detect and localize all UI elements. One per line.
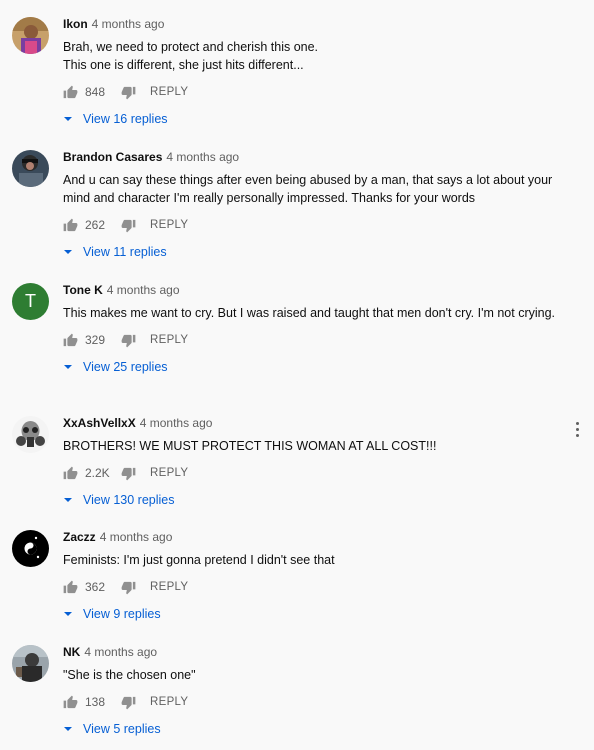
view-replies-link[interactable]: View 130 replies xyxy=(83,493,175,507)
comment-time[interactable]: 4 months ago xyxy=(166,150,239,164)
comment-item: Zaczz 4 months ago Feminists: I'm just go… xyxy=(0,530,594,630)
comment-text: And u can say these things after even be… xyxy=(63,173,553,205)
comment-item: XxAshVellxX 4 months ago BROTHERS! WE MUS… xyxy=(0,416,594,516)
thumbs-down-icon[interactable] xyxy=(121,218,136,233)
view-replies-toggle[interactable]: View 25 replies xyxy=(63,358,564,376)
view-replies-link[interactable]: View 11 replies xyxy=(83,245,167,259)
thumbs-down-icon[interactable] xyxy=(121,695,136,710)
caret-down-icon[interactable] xyxy=(63,609,73,619)
thumbs-up-icon[interactable] xyxy=(63,695,78,710)
avatar[interactable] xyxy=(12,645,49,682)
comment-time[interactable]: 4 months ago xyxy=(140,416,213,430)
like-count: 2.2K xyxy=(85,466,110,480)
thumbs-down-icon[interactable] xyxy=(121,333,136,348)
comment-time[interactable]: 4 months ago xyxy=(100,530,173,544)
reply-button[interactable]: REPLY xyxy=(150,334,188,346)
gas-mask-icon xyxy=(12,416,49,453)
comment-item: Brandon Casares 4 months ago And u can sa… xyxy=(0,150,594,265)
avatar[interactable] xyxy=(12,416,49,453)
thumbs-up-icon[interactable] xyxy=(63,466,78,481)
comment-time[interactable]: 4 months ago xyxy=(84,645,157,659)
like-count: 848 xyxy=(85,85,106,99)
comment-author[interactable]: XxAshVellxX xyxy=(63,416,136,430)
caret-down-icon[interactable] xyxy=(63,724,73,734)
comment-time[interactable]: 4 months ago xyxy=(92,17,165,31)
comment-text: This makes me want to cry. But I was rai… xyxy=(63,306,556,320)
caret-down-icon[interactable] xyxy=(63,247,73,257)
view-replies-toggle[interactable]: View 16 replies xyxy=(63,110,564,128)
comment-author[interactable]: Brandon Casares xyxy=(63,150,162,164)
person-photo-icon xyxy=(12,645,49,682)
more-vert-icon[interactable] xyxy=(576,422,580,438)
caret-down-icon[interactable] xyxy=(63,362,73,372)
thumbs-up-icon[interactable] xyxy=(63,85,78,100)
person-photo-icon xyxy=(12,150,49,187)
avatar[interactable] xyxy=(12,150,49,187)
comment-time[interactable]: 4 months ago xyxy=(107,283,180,297)
comment-item: T Tone K 4 months ago This makes me want … xyxy=(0,283,594,398)
thumbs-up-icon[interactable] xyxy=(63,218,78,233)
reply-button[interactable]: REPLY xyxy=(150,696,188,708)
comment-text: Brah, we need to protect and cherish thi… xyxy=(63,40,319,72)
comment-text: "She is the chosen one" xyxy=(63,668,196,682)
person-photo-icon xyxy=(12,17,49,54)
reply-button[interactable]: REPLY xyxy=(150,86,188,98)
avatar-letter: T xyxy=(25,291,36,311)
caret-down-icon[interactable] xyxy=(63,495,73,505)
comment-author[interactable]: Tone K xyxy=(63,283,103,297)
view-replies-toggle[interactable]: View 130 replies xyxy=(63,491,564,509)
view-replies-toggle[interactable]: View 11 replies xyxy=(63,243,564,261)
view-replies-link[interactable]: View 16 replies xyxy=(83,112,168,126)
comment-item: NK 4 months ago "She is the chosen one" 1… xyxy=(0,645,594,745)
view-replies-toggle[interactable]: View 5 replies xyxy=(63,720,564,738)
comment-item: Ikon 4 months ago Brah, we need to protec… xyxy=(0,17,594,132)
comment-author[interactable]: Zaczz xyxy=(63,530,96,544)
yin-yang-icon xyxy=(12,530,49,567)
reply-button[interactable]: REPLY xyxy=(150,581,188,593)
like-count: 362 xyxy=(85,580,106,594)
comment-text: Feminists: I'm just gonna pretend I didn… xyxy=(63,553,335,567)
like-count: 329 xyxy=(85,333,106,347)
reply-button[interactable]: REPLY xyxy=(150,219,188,231)
avatar[interactable] xyxy=(12,17,49,54)
view-replies-toggle[interactable]: View 9 replies xyxy=(63,605,564,623)
like-count: 262 xyxy=(85,218,106,232)
view-replies-link[interactable]: View 9 replies xyxy=(83,607,161,621)
caret-down-icon[interactable] xyxy=(63,114,73,124)
thumbs-down-icon[interactable] xyxy=(121,466,136,481)
avatar[interactable]: T xyxy=(12,283,49,320)
view-replies-link[interactable]: View 5 replies xyxy=(83,722,161,736)
thumbs-down-icon[interactable] xyxy=(121,580,136,595)
reply-button[interactable]: REPLY xyxy=(150,467,188,479)
thumbs-up-icon[interactable] xyxy=(63,333,78,348)
comment-author[interactable]: NK xyxy=(63,645,80,659)
comment-author[interactable]: Ikon xyxy=(63,17,88,31)
comment-text: BROTHERS! WE MUST PROTECT THIS WOMAN AT … xyxy=(63,439,437,453)
thumbs-up-icon[interactable] xyxy=(63,580,78,595)
view-replies-link[interactable]: View 25 replies xyxy=(83,360,168,374)
avatar[interactable] xyxy=(12,530,49,567)
thumbs-down-icon[interactable] xyxy=(121,85,136,100)
like-count: 138 xyxy=(85,695,106,709)
